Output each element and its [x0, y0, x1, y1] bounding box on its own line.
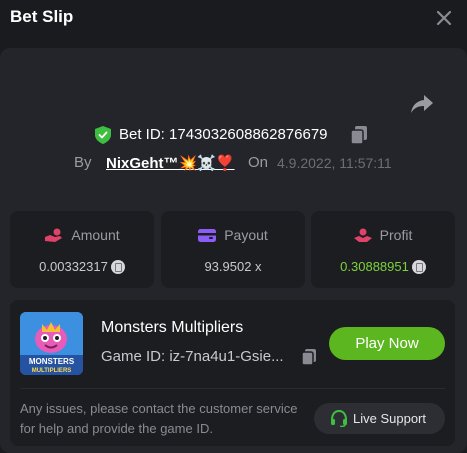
thumb-title-2: MULTIPLIERS: [32, 368, 72, 374]
bet-author-row: By NixGeht™💥☠️❣️ On 4.9.2022, 11:57:11: [0, 151, 467, 175]
bet-slip-title: Bet Slip: [10, 7, 74, 26]
wallet-icon: [198, 229, 217, 242]
live-support-button[interactable]: Live Support: [314, 403, 445, 434]
divider: [20, 388, 445, 389]
play-now-button[interactable]: Play Now: [329, 327, 445, 360]
by-label: By: [74, 154, 92, 171]
bet-date: 4.9.2022, 11:57:11: [277, 155, 392, 171]
hand-coin-icon: [45, 228, 63, 242]
coin-icon: [411, 260, 426, 274]
monster-artwork: MONSTERS MULTIPLIERS: [20, 312, 83, 375]
live-support-label: Live Support: [353, 411, 426, 426]
profit-value: 0.30888951: [340, 259, 409, 274]
payout-card: Payout 93.9502 x: [161, 211, 305, 288]
help-text: Any issues, please contact the customer …: [20, 401, 298, 436]
bet-slip-header: Bet Slip: [0, 0, 467, 36]
amount-value-row: 0.00332317: [10, 259, 154, 274]
game-thumbnail[interactable]: MONSTERS MULTIPLIERS: [20, 312, 83, 375]
game-name: Monsters Multipliers: [101, 319, 244, 336]
copy-icon[interactable]: [350, 125, 368, 145]
payout-value: 93.9502 x: [204, 259, 262, 274]
profit-value-row: 0.30888951: [311, 259, 455, 274]
amount-card: Amount 0.00332317: [10, 211, 154, 288]
game-id: Game ID: iz-7na4u1-Gsie...: [101, 348, 284, 365]
on-label: On: [248, 154, 269, 171]
payout-label: Payout: [224, 227, 268, 243]
close-icon[interactable]: [434, 8, 454, 28]
payout-header: Payout: [161, 227, 305, 245]
bet-id-row: Bet ID: 1743032608862876679: [0, 123, 467, 147]
coin-icon: [110, 260, 125, 274]
copy-icon[interactable]: [301, 348, 317, 366]
profit-hand-icon: [353, 228, 372, 242]
amount-label: Amount: [71, 227, 120, 243]
amount-header: Amount: [10, 227, 154, 245]
headset-icon: [331, 410, 347, 427]
profit-label: Profit: [379, 227, 413, 243]
profit-card: Profit 0.30888951: [311, 211, 455, 288]
username-link[interactable]: NixGeht™💥☠️❣️: [106, 154, 235, 172]
amount-value: 0.00332317: [39, 259, 108, 274]
profit-header: Profit: [311, 227, 455, 245]
bet-id: Bet ID: 1743032608862876679: [119, 126, 328, 143]
thumb-title-1: MONSTERS: [29, 357, 75, 366]
shield-check-icon: [95, 126, 111, 144]
game-card: MONSTERS MULTIPLIERS Monsters Multiplier…: [10, 300, 455, 446]
share-icon[interactable]: [410, 94, 434, 114]
